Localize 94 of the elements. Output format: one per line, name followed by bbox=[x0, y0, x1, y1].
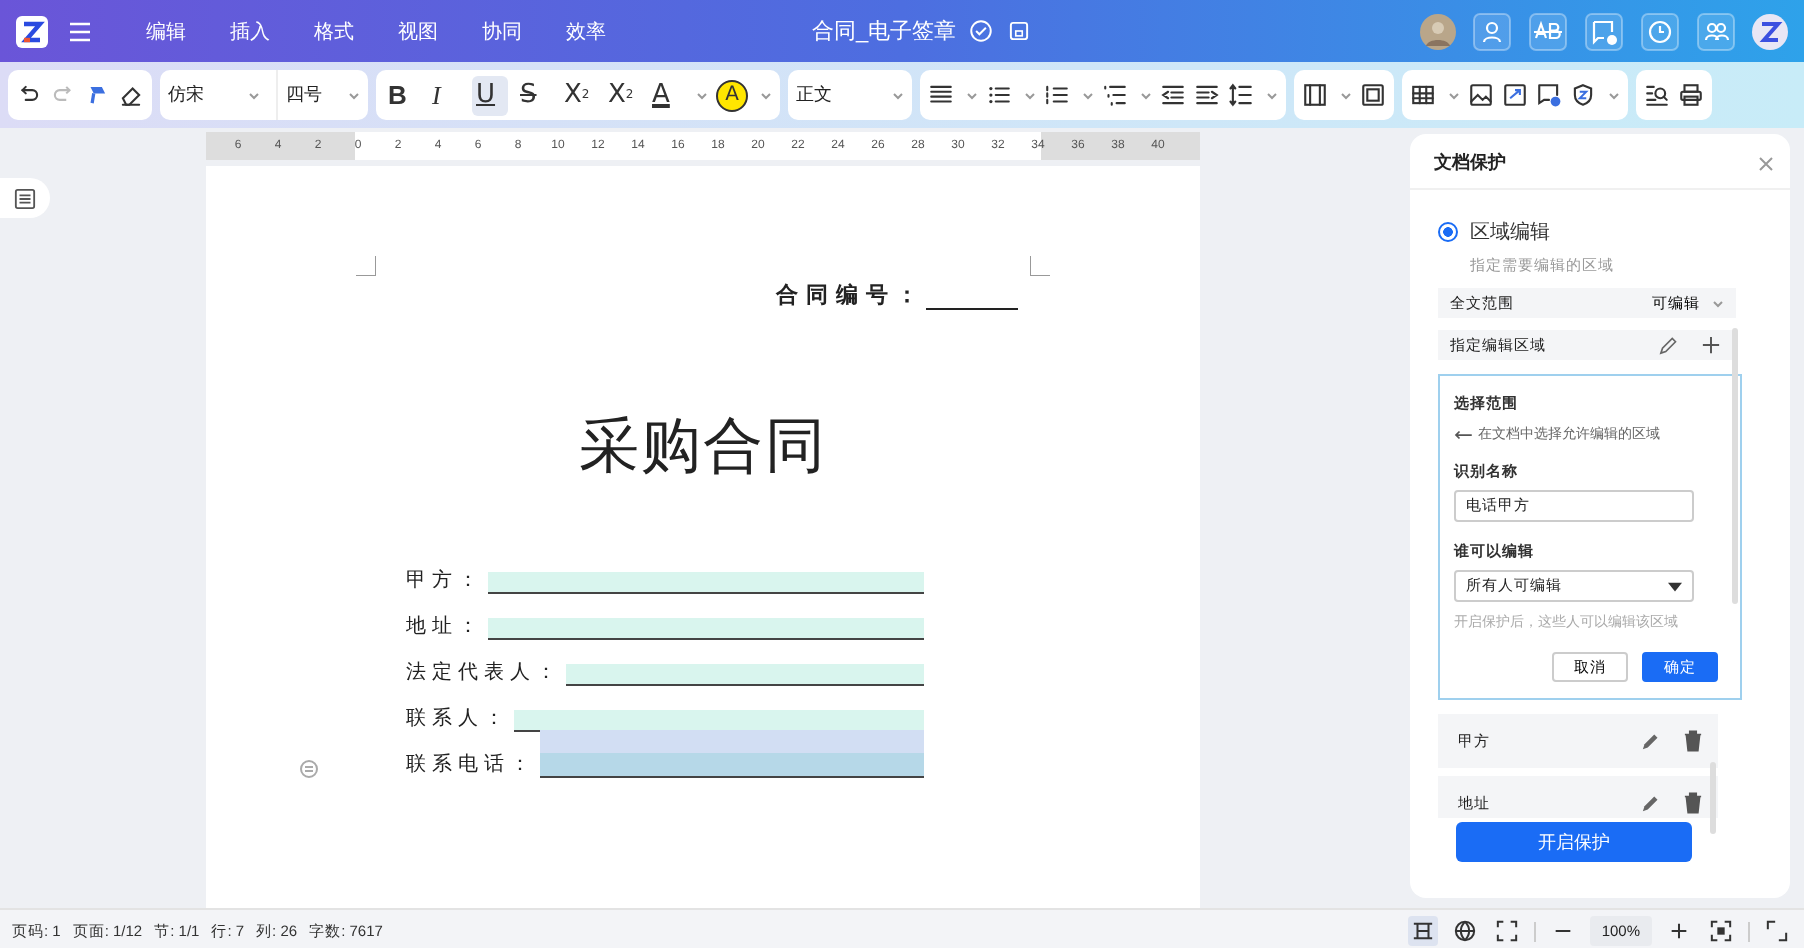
page-border-icon[interactable] bbox=[1360, 82, 1386, 108]
superscript-button[interactable]: X$^{2}$ bbox=[560, 75, 596, 115]
field-label: 地址： bbox=[406, 613, 484, 640]
fill-in-field[interactable] bbox=[488, 572, 924, 594]
paragraph-handle-icon[interactable] bbox=[300, 760, 318, 778]
menu-item[interactable]: 视图 bbox=[376, 17, 460, 45]
close-icon[interactable] bbox=[1758, 155, 1774, 171]
user-icon[interactable] bbox=[1472, 11, 1512, 51]
caret-icon bbox=[348, 89, 360, 101]
radio-label: 区域编辑 bbox=[1470, 219, 1550, 246]
caret-icon[interactable] bbox=[1448, 89, 1460, 101]
fill-in-field[interactable] bbox=[514, 710, 924, 732]
fill-in-field[interactable] bbox=[566, 664, 924, 686]
dropdown[interactable]: 正文 bbox=[788, 70, 912, 120]
caret-icon bbox=[892, 89, 904, 101]
document-heading: 采购合同 bbox=[577, 412, 829, 484]
dropdown[interactable]: 四号 bbox=[276, 70, 368, 120]
underline-button[interactable]: U bbox=[472, 75, 508, 115]
document-title: 合同_电子签章 bbox=[811, 17, 957, 46]
font-color-button[interactable]: A bbox=[648, 75, 684, 115]
table-icon[interactable] bbox=[1410, 82, 1436, 108]
field-label: 甲方： bbox=[406, 567, 484, 594]
italic-button[interactable]: I bbox=[428, 75, 464, 115]
highlight-button[interactable]: A bbox=[716, 79, 748, 111]
strikethrough-button[interactable]: S bbox=[516, 75, 552, 115]
menu-item[interactable]: 协同 bbox=[460, 17, 544, 45]
radio-button[interactable] bbox=[1438, 222, 1458, 242]
bullet-list-icon[interactable] bbox=[986, 82, 1012, 108]
bold-button[interactable]: B bbox=[384, 75, 420, 115]
margins-icon[interactable] bbox=[1302, 82, 1328, 108]
check-circle-icon[interactable] bbox=[968, 18, 995, 44]
caret-icon bbox=[1712, 297, 1724, 309]
shield-icon[interactable] bbox=[1570, 82, 1596, 108]
print-icon[interactable] bbox=[1678, 82, 1704, 108]
save-icon[interactable] bbox=[1006, 18, 1033, 44]
protect-button[interactable]: 开启保护 bbox=[1456, 822, 1692, 862]
image-icon[interactable] bbox=[1468, 82, 1494, 108]
trash-icon[interactable] bbox=[1680, 790, 1706, 816]
contract-number-label: 合同编号： bbox=[776, 281, 926, 310]
app-logo[interactable] bbox=[1752, 13, 1788, 49]
menu-item[interactable]: 插入 bbox=[208, 17, 292, 45]
field-label: 法定代表人： bbox=[406, 659, 562, 686]
caret-icon[interactable] bbox=[1082, 89, 1094, 101]
field-label: 联系电话： bbox=[406, 751, 536, 778]
eraser-icon[interactable] bbox=[118, 82, 144, 108]
fill-in-field[interactable] bbox=[540, 730, 924, 778]
caret-icon[interactable] bbox=[696, 89, 708, 101]
field-label: 联系人： bbox=[406, 705, 510, 732]
caret-icon[interactable] bbox=[1266, 89, 1278, 101]
increase-indent-icon[interactable] bbox=[1194, 82, 1220, 108]
avatar[interactable] bbox=[1420, 13, 1456, 49]
dropdown[interactable]: 仿宋 bbox=[160, 70, 268, 120]
menu-icon[interactable] bbox=[68, 19, 92, 43]
fit-icon[interactable] bbox=[1710, 920, 1732, 942]
history-icon[interactable] bbox=[1640, 11, 1680, 51]
fullscreen-icon[interactable] bbox=[1766, 920, 1788, 942]
panel-title: 文档保护 bbox=[1434, 150, 1506, 176]
pen-icon[interactable] bbox=[1656, 332, 1682, 358]
scrollbar[interactable] bbox=[1732, 328, 1738, 604]
crop-mark bbox=[356, 256, 376, 276]
add-icon[interactable] bbox=[1698, 332, 1724, 358]
users-icon[interactable] bbox=[1696, 11, 1736, 51]
numbered-list-icon[interactable] bbox=[1044, 82, 1070, 108]
add-comment-icon[interactable] bbox=[1536, 82, 1562, 108]
caret-icon[interactable] bbox=[1340, 89, 1352, 101]
menu-item[interactable]: 编辑 bbox=[124, 17, 208, 45]
caret-icon bbox=[248, 89, 260, 101]
caret-icon[interactable] bbox=[1140, 89, 1152, 101]
line-spacing-icon[interactable] bbox=[1228, 82, 1254, 108]
focus-icon[interactable] bbox=[1495, 920, 1518, 942]
find-replace-icon[interactable] bbox=[1644, 82, 1670, 108]
outline-tab[interactable] bbox=[0, 178, 50, 218]
left-arrow-icon bbox=[1454, 427, 1472, 441]
menu-item[interactable]: 效率 bbox=[544, 17, 628, 45]
comment-icon[interactable] bbox=[1584, 11, 1624, 51]
crop-mark bbox=[1030, 256, 1050, 276]
multilevel-list-icon[interactable] bbox=[1102, 82, 1128, 108]
globe-icon[interactable] bbox=[1453, 920, 1476, 942]
image-swap-icon[interactable] bbox=[1502, 82, 1528, 108]
zoom-in-icon[interactable] bbox=[1668, 920, 1690, 942]
caret-icon[interactable] bbox=[1024, 89, 1036, 101]
outline-icon bbox=[14, 187, 36, 209]
align-icon[interactable] bbox=[928, 82, 954, 108]
caret-icon[interactable] bbox=[1608, 89, 1620, 101]
caret-icon[interactable] bbox=[966, 89, 978, 101]
scrollbar[interactable] bbox=[1710, 762, 1716, 834]
fill-in-field[interactable] bbox=[488, 618, 924, 640]
caret-icon[interactable] bbox=[760, 89, 772, 101]
trash-icon[interactable] bbox=[1680, 728, 1706, 754]
caret-icon bbox=[1668, 581, 1682, 591]
decrease-indent-icon[interactable] bbox=[1160, 82, 1186, 108]
spellcheck-icon[interactable] bbox=[1528, 11, 1568, 51]
app-logo[interactable] bbox=[16, 15, 48, 47]
menu-item[interactable]: 格式 bbox=[292, 17, 376, 45]
